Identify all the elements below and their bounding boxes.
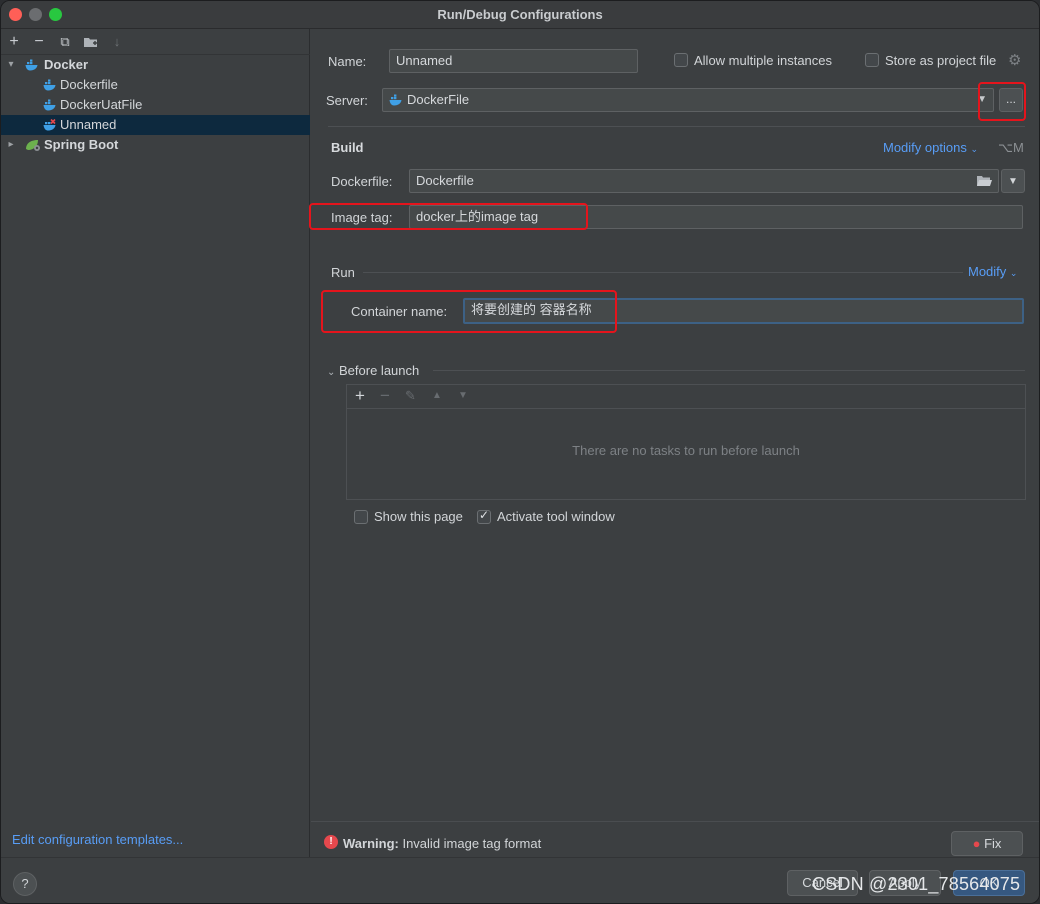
tree-item-dockerfile[interactable]: Dockerfile — [1, 75, 310, 95]
arrow-down-icon[interactable]: ▼ — [458, 390, 468, 401]
edit-configuration-templates-link[interactable]: Edit configuration templates... — [12, 832, 183, 847]
bulb-icon: ● — [972, 836, 981, 851]
warning-text: Invalid image tag format — [402, 836, 542, 851]
spring-boot-icon — [26, 140, 40, 151]
divider — [328, 126, 1025, 127]
container-name-field[interactable]: 将要创建的 容器名称 — [463, 298, 1024, 324]
plus-icon[interactable]: + — [355, 386, 365, 406]
docker-icon — [43, 79, 56, 91]
before-launch-title: Before launch — [339, 363, 420, 378]
warning-prefix: Warning: — [343, 836, 399, 851]
store-as-project-file-label: Store as project file — [885, 53, 997, 68]
tree-item-label: DockerUatFile — [60, 97, 143, 112]
run-section-title: Run — [331, 265, 355, 280]
arrow-up-icon[interactable]: ▲ — [432, 390, 442, 401]
image-tag-field[interactable]: docker上的image tag — [409, 205, 1023, 229]
allow-multiple-instances-label: Allow multiple instances — [694, 53, 833, 68]
activate-tool-window-checkbox[interactable] — [477, 508, 491, 524]
copy-icon: ⧉ — [60, 34, 70, 49]
name-field[interactable]: Unnamed — [389, 49, 638, 73]
minus-icon: − — [34, 33, 44, 50]
modify-options-label: Modify options — [883, 140, 967, 155]
title-bar: Run/Debug Configurations — [1, 1, 1039, 29]
window-title: Run/Debug Configurations — [437, 7, 603, 22]
tree-item-label: Spring Boot — [44, 137, 119, 152]
folder-icon — [84, 38, 97, 47]
docker-icon — [43, 99, 56, 111]
copy-configuration-button[interactable]: ⧉ — [56, 33, 74, 51]
divider — [311, 821, 1039, 822]
warning-message: Warning: Invalid image tag format — [343, 836, 541, 851]
no-tasks-message: There are no tasks to run before launch — [572, 443, 800, 458]
image-tag-label: Image tag: — [331, 210, 393, 225]
watermark: CSDN @2301_78564075 — [812, 874, 1021, 894]
folder-icon[interactable] — [977, 175, 992, 187]
tree-toolbar: + − ⧉ ↓ — [1, 29, 310, 55]
plus-icon: + — [9, 33, 19, 50]
activate-tool-window-label: Activate tool window — [497, 509, 615, 524]
docker-icon — [25, 59, 38, 71]
add-configuration-button[interactable]: + — [5, 33, 23, 51]
minus-icon[interactable]: − — [380, 386, 390, 406]
chevron-down-icon: ⌄ — [327, 367, 336, 378]
before-launch-toggle[interactable]: ⌄ Before launch — [327, 363, 419, 378]
server-browse-button[interactable]: ... — [999, 88, 1023, 112]
name-label: Name: — [328, 54, 367, 69]
fix-label: Fix — [984, 836, 1002, 851]
before-launch-tasks-panel: + − ✎ ▲ ▼ There are no tasks to run befo… — [346, 384, 1026, 500]
run-modify-label: Modify — [968, 264, 1007, 279]
sort-icon: ↓ — [113, 34, 121, 49]
tree-item-docker[interactable]: ▾ Docker — [1, 55, 310, 75]
show-this-page-label: Show this page — [374, 509, 463, 524]
docker-icon — [389, 94, 402, 106]
divider — [433, 370, 1025, 371]
edit-icon[interactable]: ✎ — [405, 388, 416, 404]
chevron-down-icon: ⌄ — [1009, 268, 1018, 278]
modify-options-link[interactable]: Modify options ⌄ — [883, 140, 978, 155]
chevron-down-icon[interactable]: ▼ — [977, 89, 987, 111]
configurations-tree-panel: + − ⧉ ↓ ▾ Docker Dockerfile DockerUatFil… — [1, 29, 310, 857]
dockerfile-field[interactable]: Dockerfile — [409, 169, 999, 193]
dockerfile-dropdown-button[interactable]: ▼ — [1001, 169, 1025, 193]
run-debug-dialog: Run/Debug Configurations + − ⧉ ↓ ▾ Docke… — [0, 0, 1040, 904]
docker-error-icon — [43, 119, 56, 131]
tree-item-unnamed[interactable]: Unnamed — [1, 115, 310, 135]
error-icon: ! — [324, 835, 338, 849]
sort-configurations-button[interactable]: ↓ — [108, 33, 126, 51]
tasks-toolbar: + − ✎ ▲ ▼ — [347, 385, 1025, 409]
chevron-down-icon[interactable]: ▾ — [6, 55, 16, 75]
remove-configuration-button[interactable]: − — [30, 33, 48, 51]
build-section-title: Build — [331, 140, 364, 155]
chevron-down-icon: ⌄ — [970, 144, 978, 154]
tree-item-label: Dockerfile — [60, 77, 118, 92]
help-button[interactable]: ? — [13, 872, 37, 896]
dockerfile-label: Dockerfile: — [331, 174, 393, 189]
gear-icon[interactable]: ⚙ — [1008, 51, 1021, 69]
fix-button[interactable]: ● Fix — [951, 831, 1023, 856]
run-modify-link[interactable]: Modify ⌄ — [968, 264, 1017, 279]
tree-item-spring-boot[interactable]: ▸ Spring Boot — [1, 135, 310, 155]
server-select-value: DockerFile — [407, 92, 470, 107]
tree-item-dockeruatfile[interactable]: DockerUatFile — [1, 95, 310, 115]
divider — [363, 272, 963, 273]
chevron-right-icon[interactable]: ▸ — [6, 135, 16, 155]
move-to-folder-button[interactable] — [82, 33, 100, 51]
chevron-down-icon: ▼ — [1008, 176, 1018, 187]
tree-item-label: Unnamed — [60, 117, 117, 132]
show-this-page-checkbox[interactable] — [354, 510, 368, 524]
server-select[interactable]: DockerFile ▼ — [382, 88, 994, 112]
configuration-editor-panel: Name: Unnamed Allow multiple instances S… — [309, 29, 1039, 857]
tree-item-label: Docker — [44, 57, 89, 72]
dockerfile-value: Dockerfile — [416, 173, 474, 188]
store-as-project-file-checkbox[interactable] — [865, 53, 879, 67]
server-label: Server: — [326, 93, 368, 108]
container-name-label: Container name: — [351, 304, 448, 319]
modify-options-shortcut: ⌥M — [998, 140, 1024, 155]
allow-multiple-instances-checkbox[interactable] — [674, 53, 688, 67]
